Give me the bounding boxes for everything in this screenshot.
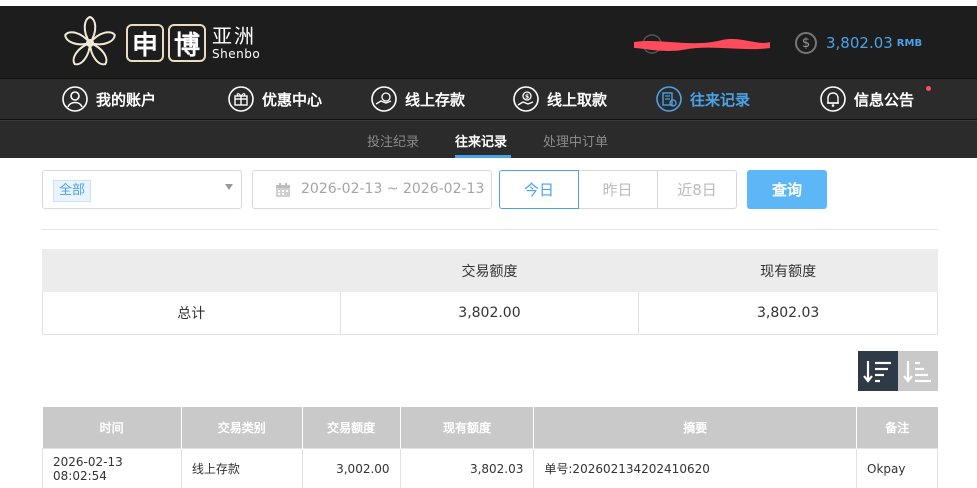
redacted-username	[634, 34, 770, 54]
balance-currency: RMB	[896, 37, 923, 49]
account-balance: $ 3,802.03 RMB	[795, 32, 922, 54]
nav-label: 往来记录	[690, 90, 751, 109]
date-range-picker[interactable]: 2026-02-13 ~ 2026-02-13	[252, 170, 492, 209]
sub-nav: 投注纪录 往来记录 处理中订单	[0, 120, 977, 158]
sort-ascending-button[interactable]	[898, 351, 938, 391]
caret-down-icon	[225, 184, 233, 190]
logo-char-box: 申	[126, 24, 164, 62]
nav-label: 线上存款	[405, 90, 466, 109]
user-icon	[62, 86, 88, 112]
nav-item-deposit[interactable]: 线上存款	[371, 84, 465, 114]
balance-value: 3,802.03	[826, 34, 893, 52]
sort-descending-button[interactable]	[858, 351, 898, 391]
nav-item-promotions[interactable]: 优惠中心	[228, 84, 322, 114]
summary-balance-cell: 3,802.03	[638, 291, 938, 335]
cell-summary: 单号:202602134202410620	[533, 447, 858, 488]
summary-total-row: 总计 3,802.00 3,802.03	[42, 291, 938, 335]
subnav-tab-transactions[interactable]: 往来记录	[455, 131, 507, 150]
logo-cn-name: 亚洲	[212, 24, 256, 48]
column-header-amount: 交易额度	[302, 407, 401, 448]
logo-char-box: 博	[168, 24, 206, 62]
cell-balance: 3,802.03	[399, 447, 535, 488]
summary-header-cell	[42, 249, 341, 292]
subnav-tab-pending-orders[interactable]: 处理中订单	[543, 131, 608, 150]
main-nav: 我的账户 优惠中心 线上存款 $ 线上取款 往来记录 信息公告	[0, 78, 977, 120]
summary-amount-cell: 3,802.00	[339, 291, 640, 335]
logo-en-name: Shenbo	[212, 47, 261, 61]
gift-icon	[228, 86, 254, 112]
nav-item-announcements[interactable]: 信息公告	[820, 84, 914, 114]
date-range-text: 2026-02-13 ~ 2026-02-13	[301, 181, 485, 197]
nav-item-records[interactable]: 往来记录	[656, 84, 750, 114]
dollar-coin-icon: $	[795, 32, 817, 54]
withdraw-icon: $	[513, 86, 539, 112]
deposit-icon	[371, 86, 397, 112]
cell-time: 2026-02-13 08:02:54	[42, 447, 182, 488]
notification-dot	[926, 86, 931, 91]
cell-amount: 3,002.00	[301, 447, 401, 488]
nav-label: 信息公告	[854, 90, 915, 109]
header: 申 博 亚洲 Shenbo $ 3,802.03 RMB	[0, 6, 977, 78]
records-table: 时间 交易类别 交易额度 现有额度 摘要 备注 2026-02-13 08:02…	[42, 407, 938, 488]
selected-type-tag: 全部	[53, 180, 92, 202]
nav-item-withdraw[interactable]: $ 线上取款	[513, 84, 607, 114]
active-tab-underline	[455, 155, 511, 158]
bell-icon	[820, 86, 846, 112]
svg-text:$: $	[525, 94, 529, 101]
summary-header-cell: 交易额度	[339, 249, 640, 292]
query-button[interactable]: 查询	[747, 170, 827, 209]
subnav-tab-bets[interactable]: 投注纪录	[367, 131, 419, 150]
column-header-balance: 现有额度	[400, 407, 535, 448]
sort-ascending-icon	[903, 361, 931, 383]
column-header-time: 时间	[42, 407, 182, 448]
brand-logo[interactable]: 申 博 亚洲 Shenbo	[60, 14, 260, 72]
summary-header-cell: 现有额度	[638, 249, 938, 292]
cell-type: 线上存款	[180, 447, 303, 488]
summary-label-cell: 总计	[42, 291, 341, 335]
divider	[42, 229, 938, 230]
summary-table: 交易额度 现有额度 总计 3,802.00 3,802.03	[42, 249, 938, 335]
table-row: 2026-02-13 08:02:54 线上存款 3,002.00 3,802.…	[42, 447, 938, 488]
records-icon	[656, 86, 682, 112]
nav-item-my-account[interactable]: 我的账户	[62, 84, 156, 114]
summary-header-row: 交易额度 现有额度	[42, 249, 938, 292]
flower-logo-icon	[64, 15, 116, 66]
column-header-type: 交易类别	[181, 407, 303, 448]
cell-remark: Okpay	[856, 447, 938, 488]
nav-label: 线上取款	[547, 90, 608, 109]
column-header-summary: 摘要	[533, 407, 858, 448]
quick-filter-today[interactable]: 今日	[499, 170, 579, 209]
column-header-remark: 备注	[856, 407, 938, 448]
records-header-row: 时间 交易类别 交易额度 现有额度 摘要 备注	[42, 407, 938, 448]
quick-filter-yesterday[interactable]: 昨日	[578, 170, 658, 209]
logo-text: 亚洲 Shenbo	[212, 26, 260, 60]
nav-label: 我的账户	[96, 90, 157, 109]
nav-label: 优惠中心	[262, 90, 323, 109]
sort-descending-icon	[863, 361, 891, 383]
transaction-type-select[interactable]: 全部	[42, 170, 242, 209]
quick-filter-last-8-days[interactable]: 近8日	[657, 170, 737, 209]
calendar-icon	[276, 183, 290, 197]
